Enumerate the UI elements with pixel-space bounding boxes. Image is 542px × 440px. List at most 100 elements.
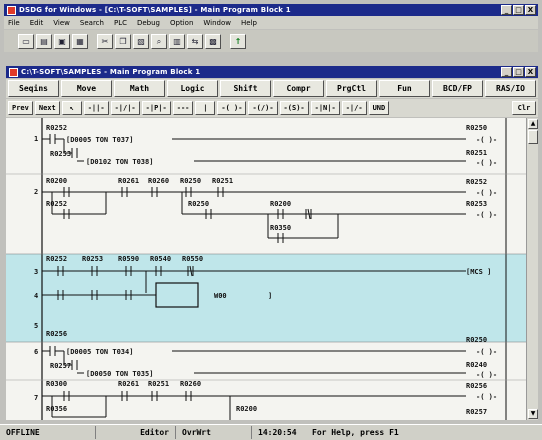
inner-maximize-button[interactable]: □ [513, 67, 524, 77]
print-icon[interactable]: ▦ [72, 33, 88, 49]
prev-button[interactable]: Prev [8, 101, 33, 115]
tab-seqins[interactable]: Seqins [8, 80, 59, 97]
close-button[interactable]: X [525, 5, 536, 15]
menu-option[interactable]: Option [166, 19, 199, 27]
inner-title-bar[interactable]: C:\T-SOFT\SAMPLES - Main Program Block 1… [6, 66, 538, 78]
tab-prgctl[interactable]: PrgCtl [326, 80, 377, 97]
menu-help[interactable]: Help [237, 19, 263, 27]
help-icon[interactable]: ↑ [230, 33, 246, 49]
scroll-down-icon[interactable]: ▼ [528, 409, 538, 419]
menu-file[interactable]: File [4, 19, 26, 27]
tab-math[interactable]: Math [114, 80, 165, 97]
next-button[interactable]: Next [34, 101, 60, 115]
status-editor: Editor [96, 426, 176, 439]
outer-title-bar[interactable]: DSDG for Windows - [C:\T-SOFT\SAMPLES] -… [4, 4, 538, 16]
horizontal-line-button[interactable]: --- [172, 101, 194, 115]
instruction-box[interactable]: [D0005 TON T037] [66, 136, 133, 144]
compile-icon[interactable]: ▥ [169, 33, 185, 49]
contact-label: R0251 [212, 177, 233, 185]
menu-window[interactable]: Window [199, 19, 237, 27]
inner-minimize-button[interactable]: _ [501, 67, 512, 77]
pulse-contact-button[interactable]: -|P|- [141, 101, 171, 115]
open-icon[interactable]: ▤ [36, 33, 52, 49]
contact-label: R0260 [180, 380, 201, 388]
bracket-label: ] [268, 292, 272, 300]
instruction-box[interactable]: [D0005 TON T034] [66, 348, 133, 356]
coil-button[interactable]: -( )- [217, 101, 247, 115]
instruction-tab-bar: Seqins Move Math Logic Shift Compr PrgCt… [6, 79, 538, 98]
tab-ras-io[interactable]: RAS/IO [485, 80, 536, 97]
contact-label: R0200 [236, 405, 257, 413]
no-contact-button[interactable]: -||- [83, 101, 109, 115]
nc-contact-button[interactable]: -|/|- [110, 101, 140, 115]
cut-icon[interactable]: ✂ [97, 33, 113, 49]
tab-compr[interactable]: Compr [273, 80, 324, 97]
menu-search[interactable]: Search [76, 19, 110, 27]
select-cursor-icon[interactable]: ↖ [61, 101, 82, 115]
operand-label: W00 [214, 292, 227, 300]
instruction-box[interactable]: [D0102 TON T038] [86, 158, 153, 166]
undo-button[interactable]: UND [368, 101, 390, 115]
save-icon[interactable]: ▣ [54, 33, 70, 49]
menu-plc[interactable]: PLC [110, 19, 133, 27]
contact-label: R0251 [148, 380, 169, 388]
contact-label: R0550 [182, 255, 203, 263]
transfer-icon[interactable]: ⇆ [187, 33, 203, 49]
coil-label: R0252 [466, 178, 487, 186]
coil-label: R0251 [466, 149, 487, 157]
coil[interactable]: -( )- [476, 189, 497, 197]
coil[interactable]: -( )- [476, 371, 497, 379]
clear-button[interactable]: Clr [512, 101, 536, 115]
tab-move[interactable]: Move [61, 80, 112, 97]
menu-edit[interactable]: Edit [26, 19, 50, 27]
app-window: DSDG for Windows - [C:\T-SOFT\SAMPLES] -… [0, 0, 542, 440]
maximize-button[interactable]: □ [513, 5, 524, 15]
coil[interactable]: -( )- [476, 211, 497, 219]
status-clock: 14:20:54 [258, 428, 297, 437]
vertical-line-button[interactable]: | [195, 101, 216, 115]
branch-label: R0252 [46, 200, 67, 208]
invert-button[interactable]: -|/- [341, 101, 367, 115]
coil[interactable]: -( )- [476, 159, 497, 167]
coil-label: R0250 [466, 124, 487, 132]
monitor-icon[interactable]: ▩ [205, 33, 221, 49]
menu-view[interactable]: View [49, 19, 76, 27]
coil-label: R0257 [466, 408, 487, 416]
paste-icon[interactable]: ▧ [133, 33, 149, 49]
contact-label: R0200 [46, 177, 67, 185]
branch-label: R0257 [50, 362, 71, 370]
menu-debug[interactable]: Debug [133, 19, 166, 27]
minimize-button[interactable]: _ [501, 5, 512, 15]
ladder-editor[interactable]: 1 R0252 [D0005 TON T037] R0250 -( )- R02… [6, 118, 526, 420]
copy-icon[interactable]: ❐ [115, 33, 131, 49]
set-coil-button[interactable]: -(S)- [279, 101, 309, 115]
coil[interactable]: -( )- [476, 348, 497, 356]
rung-number: 5 [34, 322, 38, 330]
main-toolbar: ▭ ▤ ▣ ▦ ✂ ❐ ▧ ⌕ ▥ ⇆ ▩ ↑ [4, 30, 538, 52]
vertical-scrollbar[interactable]: ▲ ▼ [526, 118, 538, 420]
status-mode: OFFLINE [0, 426, 96, 439]
not-coil-button[interactable]: -(/)- [248, 101, 278, 115]
scroll-up-icon[interactable]: ▲ [528, 119, 538, 129]
coil[interactable]: -( )- [476, 393, 497, 401]
coil[interactable]: -( )- [476, 136, 497, 144]
scroll-thumb[interactable] [528, 130, 538, 144]
tab-bcd-fp[interactable]: BCD/FP [432, 80, 483, 97]
contact-label: R0261 [118, 177, 139, 185]
contact-label: R0261 [118, 380, 139, 388]
instruction-box[interactable]: [D0050 TON T035] [86, 370, 153, 378]
contact-label: R0300 [46, 380, 67, 388]
rung-number: 2 [34, 188, 38, 196]
new-icon[interactable]: ▭ [18, 33, 34, 49]
tab-fun[interactable]: Fun [379, 80, 430, 97]
inner-close-button[interactable]: X [525, 67, 536, 77]
contact-label: R0252 [46, 255, 67, 263]
contact-label: R0250 [180, 177, 201, 185]
tab-shift[interactable]: Shift [220, 80, 271, 97]
find-icon[interactable]: ⌕ [151, 33, 167, 49]
tab-logic[interactable]: Logic [167, 80, 218, 97]
neg-contact-button[interactable]: -|N|- [310, 101, 340, 115]
mcs-output[interactable]: [MCS ] [466, 268, 491, 276]
coil-label: R0256 [466, 382, 487, 390]
contact-label: R0256 [46, 330, 67, 338]
